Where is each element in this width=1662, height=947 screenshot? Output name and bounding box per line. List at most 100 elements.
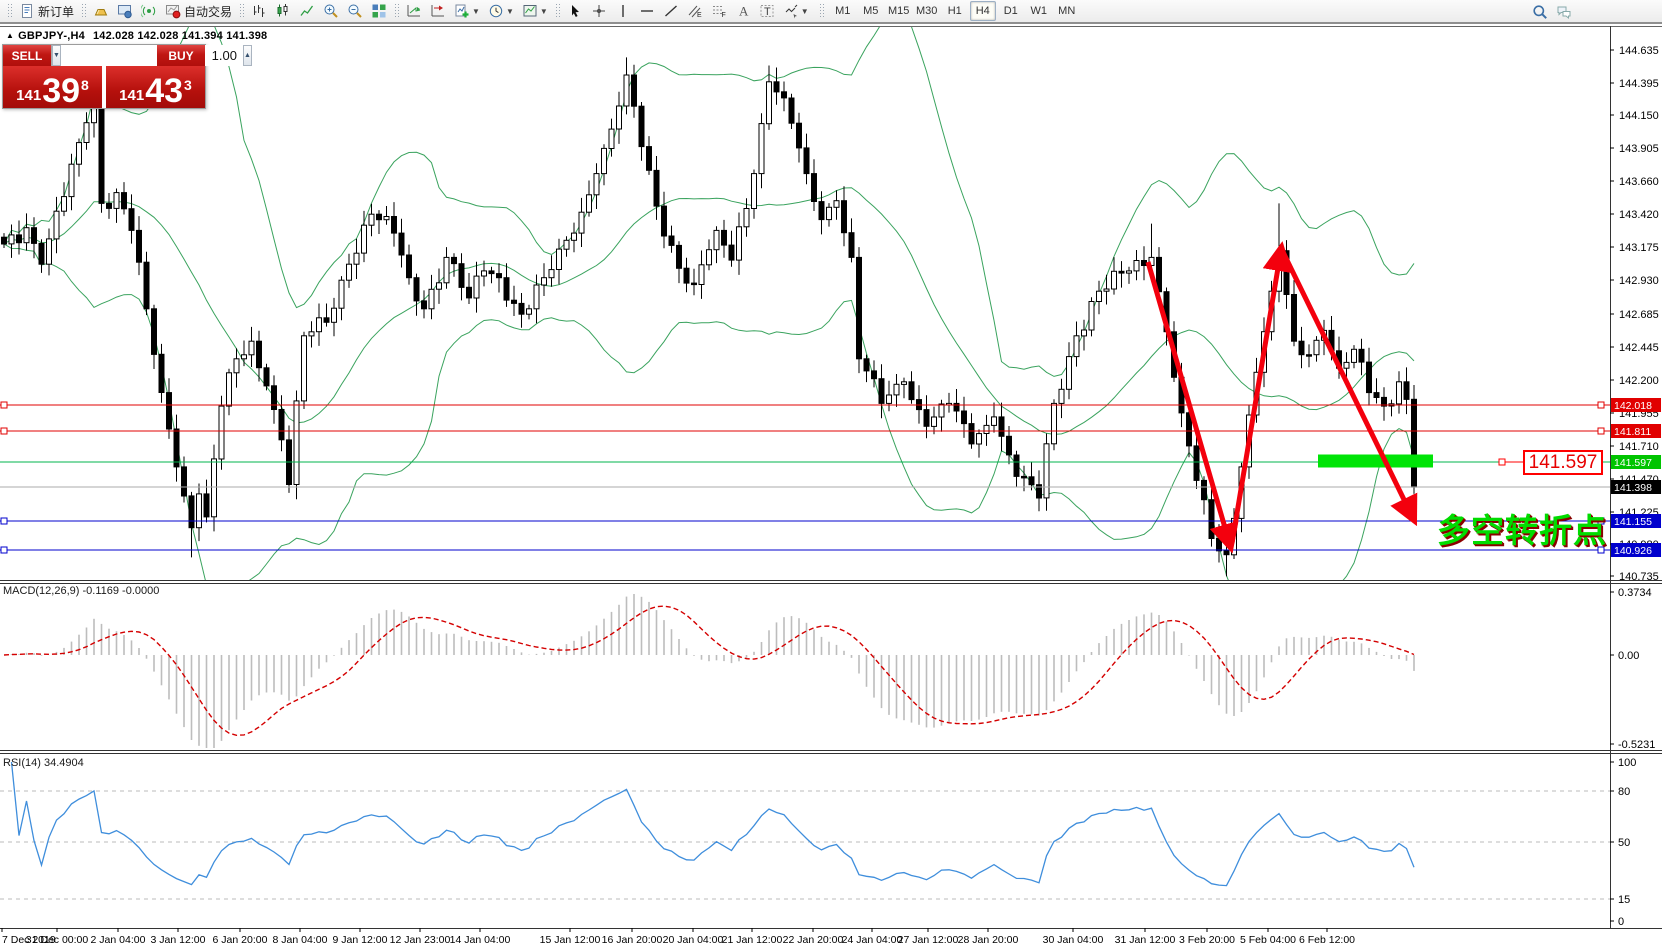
arrows-button[interactable]: ▼ bbox=[780, 1, 812, 21]
vertical-line-button[interactable] bbox=[612, 1, 634, 21]
symbol-name: GBPJPY-,H4 bbox=[18, 30, 85, 42]
clock-icon bbox=[488, 3, 504, 19]
time-axis[interactable]: 7 Dec 201931 Dec 00:002 Jan 04:003 Jan 1… bbox=[2, 928, 1355, 946]
text-button[interactable]: A bbox=[732, 1, 754, 21]
timeframe-m15-button[interactable]: M15 bbox=[886, 1, 912, 21]
auto-trading-button[interactable]: 自动交易 bbox=[162, 1, 235, 21]
volume-increase-button[interactable]: ▲ bbox=[243, 45, 252, 66]
candlestick-mode-button[interactable] bbox=[272, 1, 294, 21]
shift-icon bbox=[430, 3, 446, 19]
timeframe-m5-button[interactable]: M5 bbox=[858, 1, 884, 21]
signals-button[interactable] bbox=[138, 1, 160, 21]
time-axis-label: 8 Jan 04:00 bbox=[273, 934, 328, 946]
auto-scroll-button[interactable] bbox=[403, 1, 425, 21]
channel-icon: E bbox=[687, 3, 703, 19]
price-axis-badge: 142.018 bbox=[1614, 400, 1652, 412]
templates-button[interactable]: ▼ bbox=[519, 1, 551, 21]
caret-down-icon[interactable]: ▼ bbox=[540, 7, 548, 16]
textA-icon: A bbox=[735, 3, 751, 19]
indicators-button[interactable]: ▼ bbox=[451, 1, 483, 21]
terminal-icon bbox=[117, 3, 133, 19]
gold-button[interactable] bbox=[90, 1, 112, 21]
crosshair-icon bbox=[591, 3, 607, 19]
fibonacci-button[interactable]: F bbox=[708, 1, 730, 21]
tile-icon bbox=[371, 3, 387, 19]
volume-decrease-button[interactable]: ▼ bbox=[52, 45, 61, 66]
price-axis-label: 141.710 bbox=[1619, 441, 1659, 453]
price-axis-label: 143.660 bbox=[1619, 176, 1659, 188]
signal-icon bbox=[141, 3, 157, 19]
timeframe-m30-button[interactable]: M30 bbox=[914, 1, 940, 21]
chart-area[interactable]: 144.635144.395144.150143.905143.660143.4… bbox=[0, 26, 1662, 947]
timeframe-d1-button[interactable]: D1 bbox=[998, 1, 1024, 21]
price-axis-label: 144.635 bbox=[1619, 45, 1659, 57]
line-chart-mode-button[interactable] bbox=[296, 1, 318, 21]
price-axis-badge: 140.926 bbox=[1614, 545, 1652, 557]
vline-icon bbox=[615, 3, 631, 19]
toolbar-group-handle bbox=[819, 3, 824, 19]
one-click-trading-panel: SELL ▼ ▲ BUY 141 39 8 141 43 3 bbox=[2, 44, 206, 109]
timeframe-w1-button[interactable]: W1 bbox=[1026, 1, 1052, 21]
auto-trading-label: 自动交易 bbox=[184, 3, 232, 20]
highlight-bar[interactable] bbox=[1318, 455, 1433, 468]
volume-input[interactable] bbox=[61, 45, 243, 66]
symbol-collapse-icon[interactable]: ▲ bbox=[6, 31, 14, 40]
chart-canvas[interactable]: 144.635144.395144.150143.905143.660143.4… bbox=[0, 26, 1662, 947]
hline-icon bbox=[639, 3, 655, 19]
chart-shift-button[interactable] bbox=[427, 1, 449, 21]
zoom-in-button[interactable] bbox=[320, 1, 342, 21]
caret-down-icon[interactable]: ▼ bbox=[506, 7, 514, 16]
sell-price-button[interactable]: 141 39 8 bbox=[3, 66, 102, 108]
toolbar-group-handle bbox=[81, 3, 86, 19]
trendline-button[interactable] bbox=[660, 1, 682, 21]
rsi-label: RSI(14) 34.4904 bbox=[3, 757, 84, 769]
bar-chart-mode-button[interactable] bbox=[248, 1, 270, 21]
search-button[interactable] bbox=[1529, 2, 1551, 22]
crosshair-button[interactable] bbox=[588, 1, 610, 21]
time-axis-label: 5 Feb 04:00 bbox=[1240, 934, 1296, 946]
fibo-icon: F bbox=[711, 3, 727, 19]
price-axis-badge: 141.597 bbox=[1614, 457, 1652, 469]
price-axis-label: 140.735 bbox=[1619, 571, 1659, 583]
sell-button[interactable]: SELL bbox=[3, 45, 51, 66]
toolbar-group-handle bbox=[7, 3, 12, 19]
text-label-button[interactable]: T bbox=[756, 1, 778, 21]
caret-down-icon[interactable]: ▼ bbox=[801, 7, 809, 16]
candlesticks[interactable] bbox=[2, 57, 1417, 576]
caret-down-icon[interactable]: ▼ bbox=[472, 7, 480, 16]
price-annotation-box[interactable]: 141.597 bbox=[1523, 450, 1603, 475]
gold-icon bbox=[93, 3, 109, 19]
chat-button[interactable] bbox=[1553, 2, 1575, 22]
candles-icon bbox=[275, 3, 291, 19]
time-axis-label: 30 Jan 04:00 bbox=[1043, 934, 1104, 946]
time-axis-label: 27 Jan 12:00 bbox=[898, 934, 959, 946]
equidistant-channel-button[interactable]: E bbox=[684, 1, 706, 21]
annotation-text-cn[interactable]: 多空转折点 bbox=[1437, 504, 1607, 552]
timeframe-mn-button[interactable]: MN bbox=[1054, 1, 1080, 21]
svg-text:F: F bbox=[721, 12, 725, 19]
cursor-button[interactable] bbox=[564, 1, 586, 21]
timeframe-h4-button[interactable]: H4 bbox=[970, 1, 996, 21]
zigzag-arrows[interactable] bbox=[1148, 250, 1413, 545]
buy-price-button[interactable]: 141 43 3 bbox=[106, 66, 205, 108]
zoomout-icon bbox=[347, 3, 363, 19]
new-order-button[interactable]: 新订单 bbox=[16, 1, 77, 21]
buy-button[interactable]: BUY bbox=[157, 45, 205, 66]
time-axis-label: 14 Jan 04:00 bbox=[450, 934, 511, 946]
price-box-anchor bbox=[1499, 459, 1523, 465]
horizontal-line-button[interactable] bbox=[636, 1, 658, 21]
tile-windows-button[interactable] bbox=[368, 1, 390, 21]
timeframe-m1-button[interactable]: M1 bbox=[830, 1, 856, 21]
periods-button[interactable]: ▼ bbox=[485, 1, 517, 21]
rsi-axis-label: 0 bbox=[1618, 916, 1624, 928]
rsi-axis-label: 50 bbox=[1618, 837, 1630, 849]
price-axis-badge: 141.155 bbox=[1614, 516, 1652, 528]
terminal-button[interactable] bbox=[114, 1, 136, 21]
sell-price-base: 141 bbox=[16, 88, 41, 103]
price-axis-label: 143.420 bbox=[1619, 209, 1659, 221]
price-axis-label: 143.905 bbox=[1619, 143, 1659, 155]
timeframe-h1-button[interactable]: H1 bbox=[942, 1, 968, 21]
indicators-icon bbox=[454, 3, 470, 19]
zoom-out-button[interactable] bbox=[344, 1, 366, 21]
rsi-axis-label: 15 bbox=[1618, 894, 1630, 906]
